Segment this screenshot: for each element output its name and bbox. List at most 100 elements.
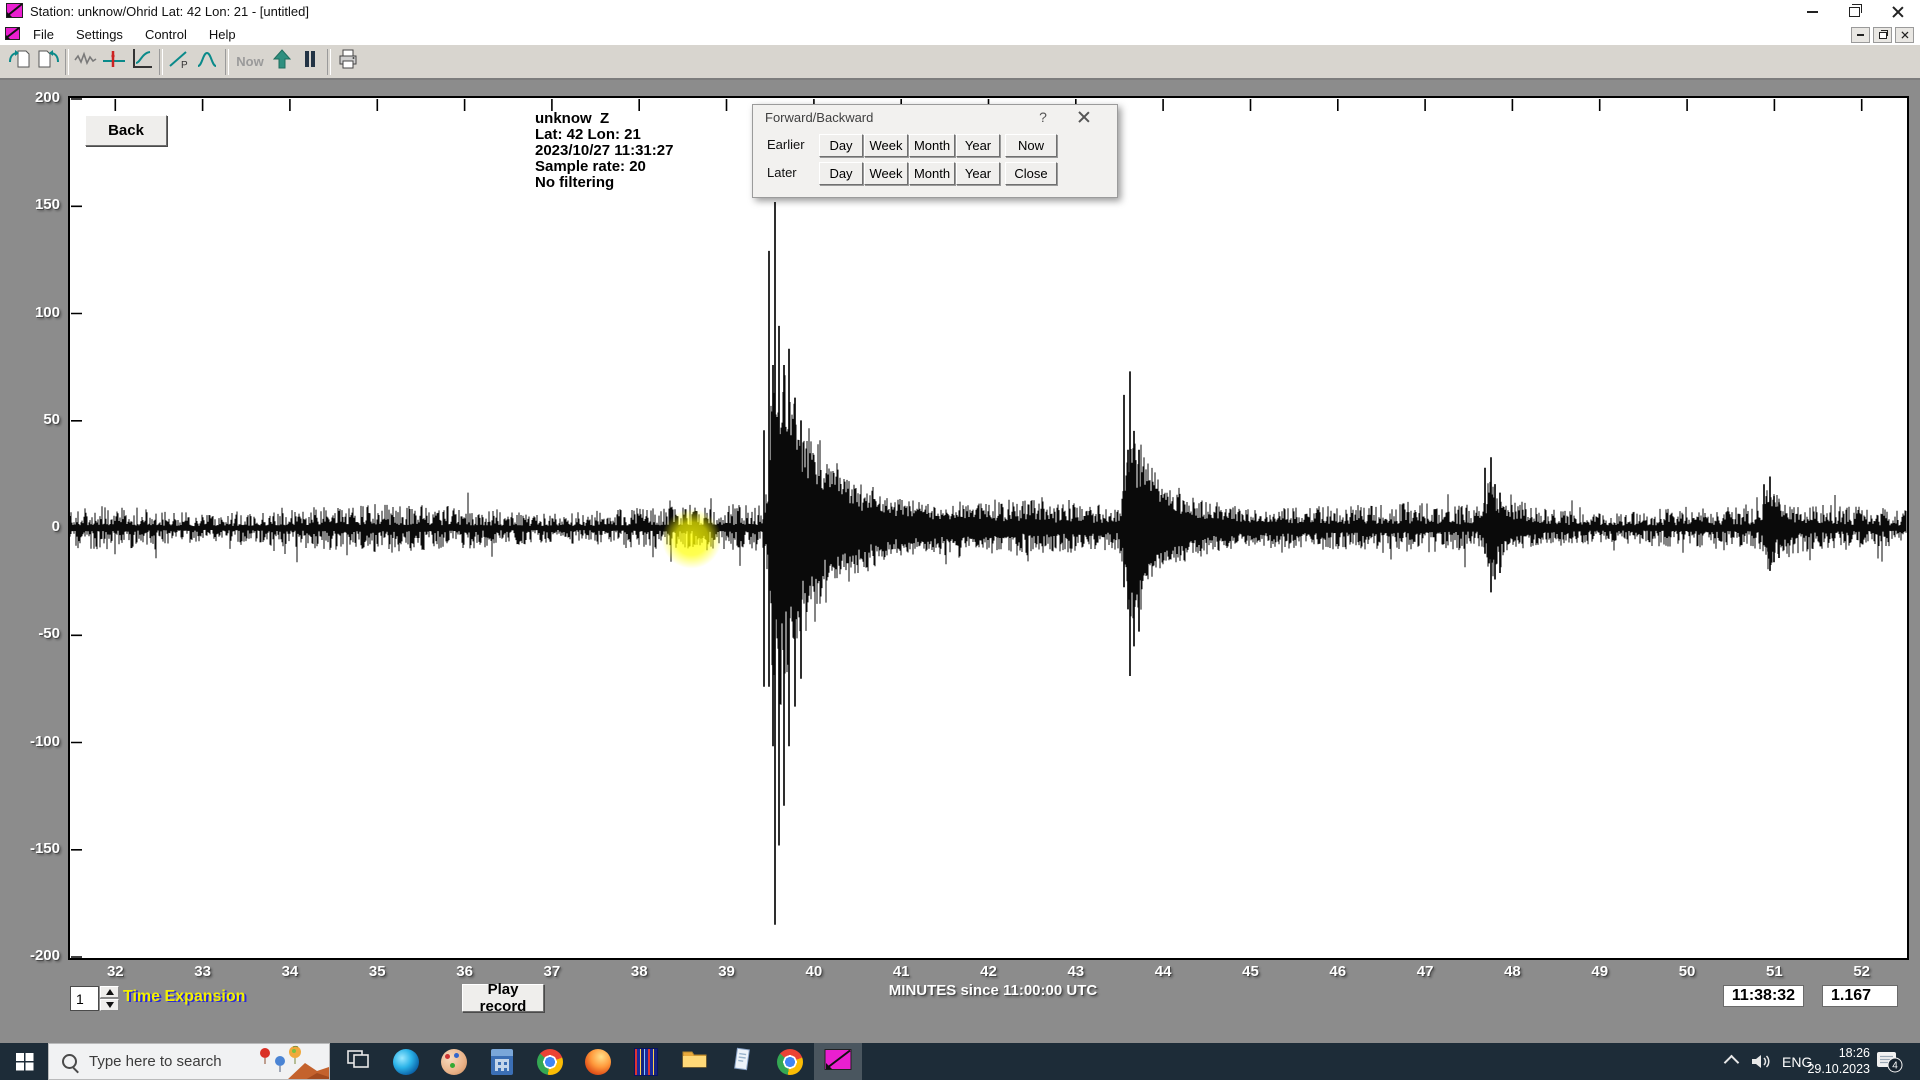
x-tick-label: 43: [1054, 963, 1098, 980]
start-button[interactable]: [0, 1043, 48, 1080]
dialog-row-label-later: Later: [767, 165, 797, 180]
gaussian-filter-icon: [196, 47, 220, 76]
taskbar-item-paint[interactable]: [430, 1043, 478, 1080]
notification-center-button[interactable]: 4: [1876, 1050, 1904, 1080]
y-tick-label: 200: [0, 89, 60, 106]
child-minimize-icon: [1857, 34, 1864, 36]
spinner-down-button[interactable]: [100, 999, 119, 1011]
taskbar-item-chrome[interactable]: [526, 1043, 574, 1080]
y-tick-label: 100: [0, 304, 60, 321]
x-tick-label: 50: [1665, 963, 1709, 980]
title-bar: Station: unknow/Ohrid Lat: 42 Lon: 21 - …: [0, 0, 1920, 24]
dialog-row-label-earlier: Earlier: [767, 137, 805, 152]
tray-expand-button[interactable]: [1726, 1043, 1737, 1080]
x-tick-label: 46: [1316, 963, 1360, 980]
seismogram-viewer-icon: [634, 1048, 658, 1076]
menu-help[interactable]: Help: [198, 27, 247, 42]
dialog-later-week-button[interactable]: Week: [864, 162, 908, 185]
volume-button[interactable]: [1750, 1043, 1772, 1080]
taskbar-item-edge[interactable]: [382, 1043, 430, 1080]
save-record-button[interactable]: [34, 48, 62, 75]
x-tick-label: 42: [967, 963, 1011, 980]
calculator-icon: [491, 1049, 513, 1075]
search-placeholder: Type here to search: [89, 1053, 253, 1070]
dialog-later-year-button[interactable]: Year: [956, 162, 1000, 185]
dialog-earlier-year-button[interactable]: Year: [956, 134, 1000, 157]
time-expansion-input[interactable]: 1: [70, 986, 99, 1011]
cursor-time-readout: 11:38:32: [1723, 985, 1804, 1007]
dialog-later-close-button[interactable]: Close: [1005, 162, 1057, 185]
axes-zoom-icon: [130, 47, 154, 76]
print-icon: [336, 47, 360, 76]
taskbar-item-seismograph-app[interactable]: [814, 1043, 862, 1080]
now-button-label: Now: [236, 54, 263, 69]
x-tick-label: 47: [1403, 963, 1447, 980]
taskbar-item-task-view[interactable]: [334, 1043, 382, 1080]
print-button[interactable]: [334, 48, 362, 75]
dialog-later-day-button[interactable]: Day: [819, 162, 863, 185]
x-tick-label: 36: [443, 963, 487, 980]
child-restore-button[interactable]: [1873, 27, 1892, 43]
taskbar-item-calculator[interactable]: [478, 1043, 526, 1080]
seismogram-trace: [70, 375, 1906, 704]
dialog-earlier-day-button[interactable]: Day: [819, 134, 863, 157]
menu-file[interactable]: File: [22, 27, 65, 42]
waveform-view-button[interactable]: [72, 48, 100, 75]
child-close-button[interactable]: [1895, 27, 1914, 43]
seismograph-application-window: Station: unknow/Ohrid Lat: 42 Lon: 21 - …: [0, 0, 1920, 1080]
spinner-up-button[interactable]: [100, 986, 119, 998]
taskbar-app-icons: [334, 1043, 862, 1080]
back-button[interactable]: Back: [85, 115, 167, 146]
menu-control[interactable]: Control: [134, 27, 198, 42]
close-icon: [1892, 6, 1904, 18]
taskbar-clock[interactable]: 18:26 29.10.2023: [1806, 1046, 1870, 1077]
toolbar-separator: [225, 49, 229, 75]
notepad-icon: [729, 1046, 755, 1077]
dialog-earlier-now-button[interactable]: Now: [1005, 134, 1057, 157]
restore-button[interactable]: [1834, 0, 1874, 24]
x-tick-label: 32: [93, 963, 137, 980]
record-info-line: unknow Z: [535, 111, 673, 127]
axes-zoom-button[interactable]: [128, 48, 156, 75]
dialog-earlier-week-button[interactable]: Week: [864, 134, 908, 157]
clock-date: 29.10.2023: [1806, 1062, 1870, 1078]
taskbar-item-seismogram-viewer[interactable]: [622, 1043, 670, 1080]
gaussian-filter-button[interactable]: [194, 48, 222, 75]
child-minimize-button[interactable]: [1851, 27, 1870, 43]
scroll-up-button[interactable]: [268, 48, 296, 75]
menu-bar: FileSettingsControlHelp: [0, 24, 1920, 44]
phase-pick-button[interactable]: [100, 48, 128, 75]
seismogram-plot[interactable]: [68, 96, 1909, 960]
spinner-up-icon: [106, 989, 114, 995]
open-record-icon: [8, 47, 32, 76]
taskbar-search-box[interactable]: Type here to search: [48, 1043, 330, 1080]
menu-settings[interactable]: Settings: [65, 27, 134, 42]
restore-icon: [1849, 7, 1860, 17]
x-tick-label: 35: [355, 963, 399, 980]
y-tick-label: -50: [0, 625, 60, 642]
phase-pick-icon: [102, 47, 126, 76]
taskbar-item-file-explorer[interactable]: [670, 1043, 718, 1080]
now-button[interactable]: Now: [232, 48, 268, 75]
taskbar-item-notepad[interactable]: [718, 1043, 766, 1080]
x-tick-label: 38: [617, 963, 661, 980]
notification-badge: 4: [1892, 1061, 1898, 1072]
taskbar-item-chrome-2[interactable]: [766, 1043, 814, 1080]
forward-backward-dialog[interactable]: Forward/Backward ? EarlierDayWeekMonthYe…: [752, 104, 1118, 198]
dialog-earlier-month-button[interactable]: Month: [909, 134, 955, 157]
child-window-controls: [1851, 27, 1914, 43]
record-info-line: Sample rate: 20: [535, 159, 673, 175]
minimize-button[interactable]: [1792, 0, 1832, 24]
firefox-icon: [585, 1049, 611, 1075]
dialog-help-button[interactable]: ?: [1035, 109, 1051, 125]
play-record-button[interactable]: Play record: [462, 984, 544, 1012]
scroll-stop-icon: [302, 47, 318, 76]
scroll-stop-button[interactable]: [296, 48, 324, 75]
open-record-button[interactable]: [6, 48, 34, 75]
close-button[interactable]: [1878, 0, 1918, 24]
filter-button[interactable]: P: [166, 48, 194, 75]
taskbar-item-firefox[interactable]: [574, 1043, 622, 1080]
minimize-icon: [1807, 11, 1818, 13]
dialog-later-month-button[interactable]: Month: [909, 162, 955, 185]
seismograph-app-icon: [824, 1048, 852, 1076]
